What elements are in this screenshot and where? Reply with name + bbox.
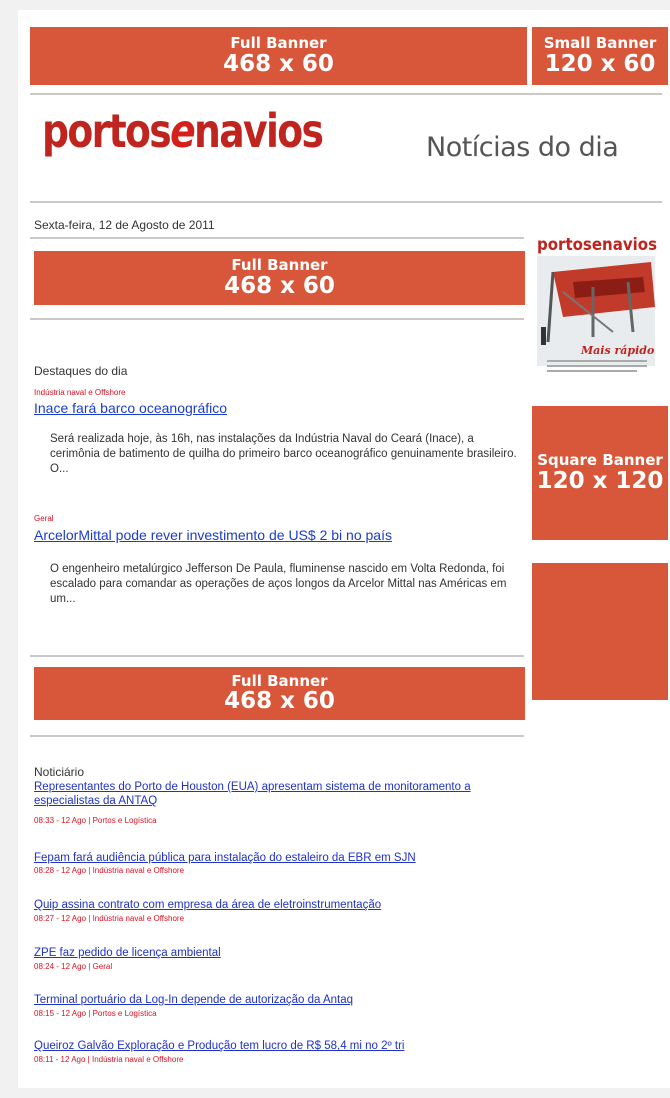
banner-label: Full Banner	[231, 256, 328, 275]
mid-full-banner[interactable]: Full Banner 468 x 60	[34, 251, 525, 305]
banner-label: Full Banner	[230, 34, 327, 53]
divider	[30, 237, 524, 239]
highlight-summary: Será realizada hoje, às 16h, nas instala…	[50, 433, 517, 475]
magazine-title: portosenavios	[537, 235, 657, 255]
news-meta: 08:33 - 12 Ago | Portos e Logística	[34, 816, 157, 825]
divider	[30, 735, 524, 737]
bottom-full-banner[interactable]: Full Banner 468 x 60	[34, 667, 525, 720]
divider	[30, 318, 524, 320]
small-banner[interactable]: Small Banner 120 x 60	[532, 27, 668, 85]
magazine-cover-text: Mais rápido	[580, 344, 654, 357]
news-link[interactable]: Terminal portuário da Log-In depende de …	[34, 993, 474, 1007]
highlight-summary: O engenheiro metalúrgico Jefferson De Pa…	[50, 563, 507, 605]
newsletter-page	[18, 10, 670, 1088]
ad-slot[interactable]	[532, 563, 668, 700]
banner-size: 120 x 120	[536, 467, 664, 494]
divider	[30, 655, 524, 657]
news-title: Noticiário	[34, 765, 85, 779]
divider	[30, 201, 662, 203]
news-link[interactable]: Queiroz Galvão Exploração e Produção tem…	[34, 1039, 474, 1053]
highlight-category: Geral	[34, 514, 54, 523]
top-full-banner[interactable]: Full Banner 468 x 60	[30, 27, 527, 85]
news-link[interactable]: Quip assina contrato com empresa da área…	[34, 898, 474, 912]
newsletter-date: Sexta-feira, 12 de Agosto de 2011	[34, 218, 215, 232]
header-tagline: Notícias do dia	[426, 132, 619, 163]
news-meta: 08:11 - 12 Ago | Indústria naval e Offsh…	[34, 1055, 184, 1064]
news-link[interactable]: ZPE faz pedido de licença ambiental	[34, 946, 474, 960]
banner-label: Full Banner	[231, 671, 328, 690]
banner-size: 120 x 60	[544, 50, 656, 77]
banner-size: 468 x 60	[224, 272, 335, 299]
banner-size: 468 x 60	[223, 50, 334, 77]
logo-text: portos	[42, 104, 172, 158]
banner-label: Small Banner	[543, 34, 657, 53]
news-link[interactable]: Representantes do Porto de Houston (EUA)…	[34, 780, 474, 808]
banner-size: 468 x 60	[224, 688, 335, 715]
news-meta: 08:15 - 12 Ago | Portos e Logística	[34, 1009, 157, 1018]
divider	[30, 93, 662, 95]
news-link[interactable]: Fepam fará audiência pública para instal…	[34, 851, 474, 865]
news-meta: 08:27 - 12 Ago | Indústria naval e Offsh…	[34, 914, 185, 923]
news-meta: 08:24 - 12 Ago | Geral	[34, 962, 113, 971]
highlight-category: Indústria naval e Offshore	[34, 388, 126, 397]
logo-text: navios	[194, 104, 324, 158]
magazine-cover-image: portosenavios Mais rápido	[537, 235, 657, 372]
highlights-title: Destaques do dia	[34, 364, 128, 378]
square-banner[interactable]: Square Banner 120 x 120	[532, 406, 668, 540]
banner-label: Square Banner	[537, 451, 663, 470]
logo-text: e	[170, 104, 196, 158]
site-logo[interactable]: portosenavios	[42, 104, 324, 158]
magazine-cover[interactable]: portosenavios Mais rápido	[533, 232, 661, 382]
news-meta: 08:28 - 12 Ago | Indústria naval e Offsh…	[34, 866, 185, 875]
highlight-headline-link[interactable]: ArcelorMittal pode rever investimento de…	[34, 527, 392, 543]
highlight-headline-link[interactable]: Inace fará barco oceanográfico	[34, 400, 227, 416]
